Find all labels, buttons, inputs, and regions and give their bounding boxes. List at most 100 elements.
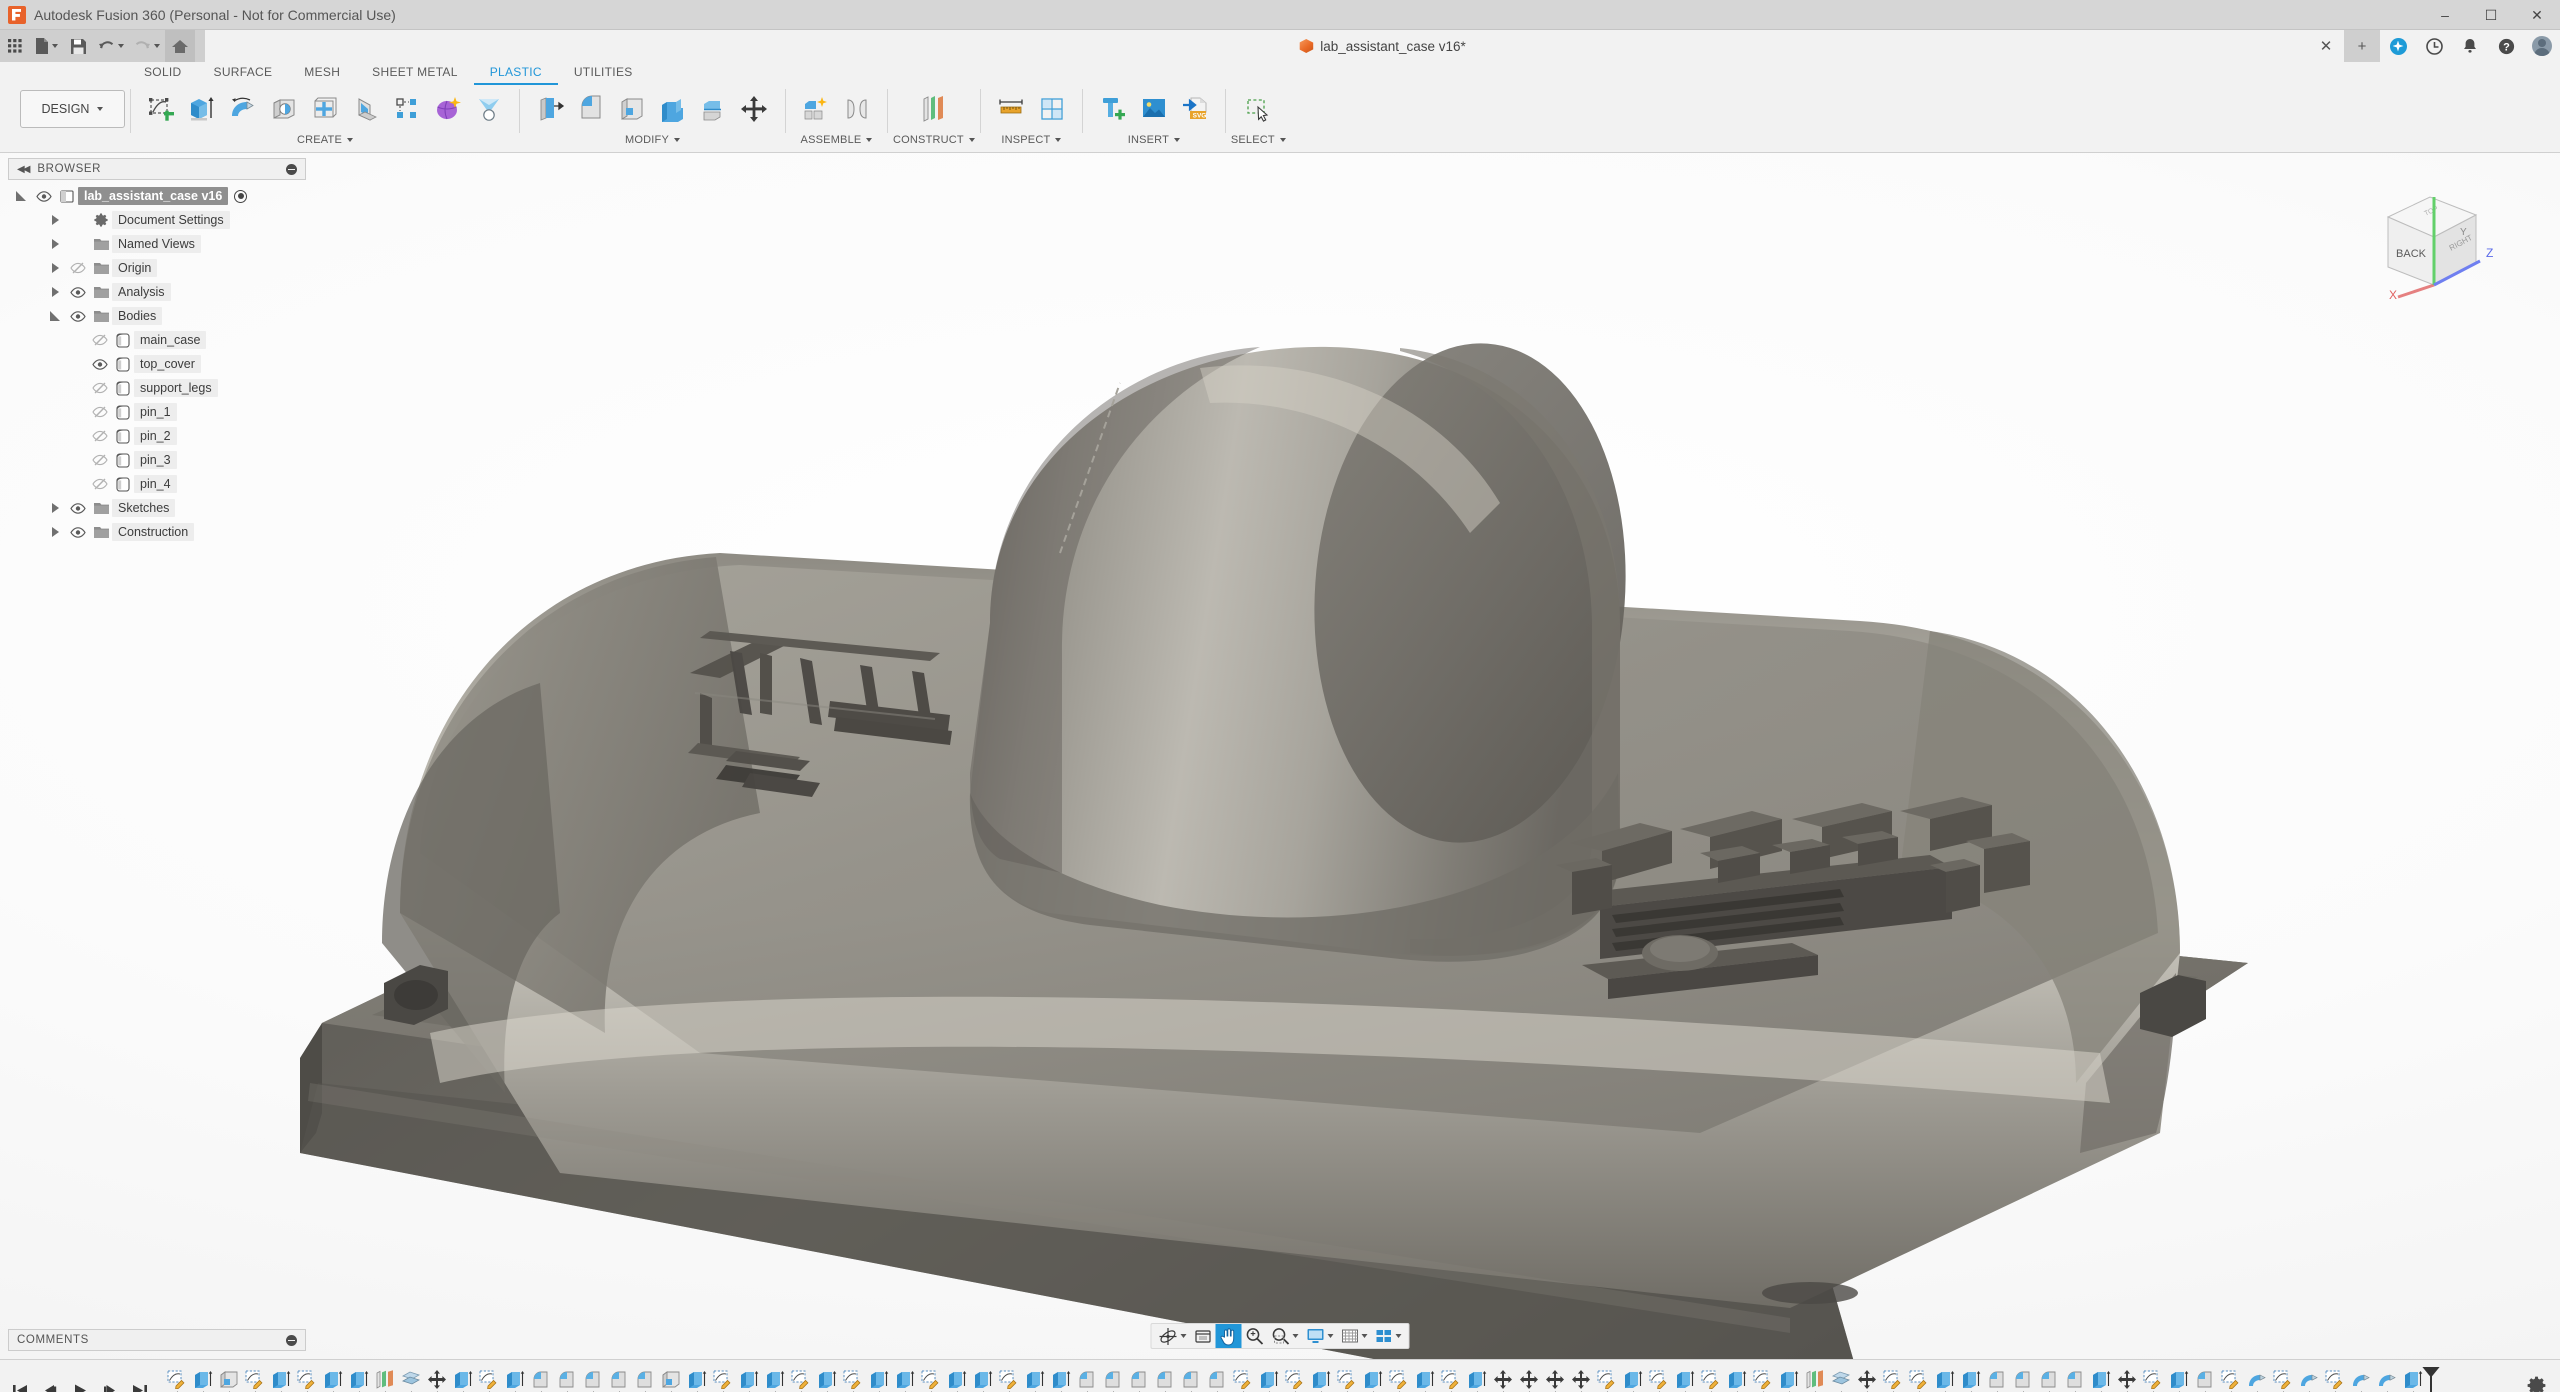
timeline-feature-sketch[interactable] — [918, 1365, 944, 1392]
timeline-feature-extrude[interactable] — [1022, 1365, 1048, 1392]
timeline-feature-revolve[interactable] — [2296, 1365, 2322, 1392]
orbit-icon[interactable] — [1155, 1324, 1191, 1348]
browser-collapse-icon[interactable] — [286, 163, 297, 175]
step-forward-icon[interactable] — [96, 1376, 124, 1392]
viewports-icon[interactable] — [1372, 1324, 1406, 1348]
timeline-feature-extrude[interactable] — [1308, 1365, 1334, 1392]
timeline-feature-sketch[interactable] — [788, 1365, 814, 1392]
visibility-eye-off-icon[interactable] — [88, 454, 112, 466]
timeline-feature-revolve[interactable] — [2348, 1365, 2374, 1392]
timeline-feature-extrude[interactable] — [1412, 1365, 1438, 1392]
canvas-image-icon[interactable] — [1134, 88, 1174, 130]
tree-item-document-settings[interactable]: Document Settings — [8, 208, 306, 232]
maximize-button[interactable]: ☐ — [2468, 0, 2514, 30]
split-body-icon[interactable] — [694, 88, 734, 130]
new-tab-icon[interactable]: + — [2344, 30, 2380, 62]
undo-icon[interactable] — [93, 30, 129, 62]
timeline-feature-plane[interactable] — [1802, 1365, 1828, 1392]
insert-panel-label[interactable]: INSERT — [1128, 132, 1181, 148]
timeline-feature-sketch[interactable] — [1282, 1365, 1308, 1392]
modify-panel-label[interactable]: MODIFY — [625, 132, 680, 148]
timeline-feature-extrude[interactable] — [1672, 1365, 1698, 1392]
timeline-feature-shell[interactable] — [216, 1365, 242, 1392]
timeline-feature-revolve[interactable] — [2244, 1365, 2270, 1392]
construct-panel-label[interactable]: CONSTRUCT — [893, 132, 975, 148]
timeline-feature-sketch[interactable] — [840, 1365, 866, 1392]
app-grid-icon[interactable] — [0, 30, 30, 62]
twisty-open-icon[interactable] — [10, 191, 32, 201]
timeline-feature-extrude[interactable] — [1620, 1365, 1646, 1392]
twisty-closed-icon[interactable] — [44, 527, 66, 537]
timeline-feature-fillet[interactable] — [1204, 1365, 1230, 1392]
timeline-feature-shell[interactable] — [658, 1365, 684, 1392]
timeline-feature-move[interactable] — [2114, 1365, 2140, 1392]
timeline-feature-extrude[interactable] — [684, 1365, 710, 1392]
visibility-eye-off-icon[interactable] — [88, 478, 112, 490]
timeline-feature-extrude[interactable] — [1932, 1365, 1958, 1392]
zoom-window-icon[interactable] — [1268, 1324, 1303, 1348]
document-tab[interactable]: lab_assistant_case v16* — [1285, 30, 1480, 62]
create-sketch-icon[interactable] — [141, 88, 181, 130]
timeline-feature-plane[interactable] — [372, 1365, 398, 1392]
insert-svg-icon[interactable]: SVG — [1175, 88, 1215, 130]
select-panel-label[interactable]: SELECT — [1231, 132, 1286, 148]
main-viewport[interactable]: ◀◀ BROWSER lab_assistant_case v16 Docume… — [0, 153, 2560, 1359]
select-tool-icon[interactable] — [1238, 88, 1278, 130]
timeline-settings-gear-icon[interactable] — [2527, 1376, 2546, 1392]
timeline-feature-offset-plane[interactable] — [398, 1365, 424, 1392]
timeline-feature-offset-plane[interactable] — [1828, 1365, 1854, 1392]
timeline-feature-fillet[interactable] — [1126, 1365, 1152, 1392]
timeline-feature-sketch[interactable] — [1230, 1365, 1256, 1392]
extensions-icon[interactable] — [2380, 30, 2416, 62]
timeline-feature-fillet[interactable] — [1152, 1365, 1178, 1392]
timeline-feature-sketch[interactable] — [476, 1365, 502, 1392]
step-back-icon[interactable] — [36, 1376, 64, 1392]
timeline-feature-sketch[interactable] — [164, 1365, 190, 1392]
comments-collapse-icon[interactable] — [286, 1334, 297, 1346]
close-tab-icon[interactable]: ✕ — [2308, 30, 2344, 62]
go-to-start-icon[interactable] — [6, 1376, 34, 1392]
ribbon-tab-mesh[interactable]: MESH — [288, 63, 356, 85]
joint-icon[interactable] — [837, 88, 877, 130]
timeline-feature-extrude[interactable] — [1360, 1365, 1386, 1392]
timeline-feature-sketch[interactable] — [1386, 1365, 1412, 1392]
view-cube[interactable]: BACK RIGHT TOP X Y Z — [2358, 175, 2508, 310]
tree-item-pin-1[interactable]: pin_1 — [8, 400, 306, 424]
twisty-closed-icon[interactable] — [44, 239, 66, 249]
pan-hand-icon[interactable] — [1215, 1324, 1242, 1348]
comments-panel[interactable]: COMMENTS — [8, 1329, 306, 1351]
twisty-open-icon[interactable] — [44, 311, 66, 321]
timeline-feature-fillet[interactable] — [528, 1365, 554, 1392]
timeline-feature-sketch[interactable] — [242, 1365, 268, 1392]
assemble-panel-label[interactable]: ASSEMBLE — [801, 132, 873, 148]
ribbon-tab-sheet-metal[interactable]: SHEET METAL — [356, 63, 474, 85]
timeline-feature-extrude[interactable] — [762, 1365, 788, 1392]
timeline-feature-fillet[interactable] — [1178, 1365, 1204, 1392]
timeline-playhead[interactable] — [2430, 1366, 2432, 1392]
timeline-feature-sketch[interactable] — [1646, 1365, 1672, 1392]
visibility-eye-off-icon[interactable] — [88, 406, 112, 418]
timeline-feature-fillet[interactable] — [2010, 1365, 2036, 1392]
save-icon[interactable] — [63, 30, 93, 62]
visibility-eye-icon[interactable] — [66, 502, 90, 514]
timeline-feature-extrude[interactable] — [1958, 1365, 1984, 1392]
rib-icon[interactable] — [346, 88, 386, 130]
timeline-feature-extrude[interactable] — [736, 1365, 762, 1392]
timeline-feature-sketch[interactable] — [1594, 1365, 1620, 1392]
visibility-eye-off-icon[interactable] — [66, 262, 90, 274]
timeline-feature-fillet[interactable] — [1984, 1365, 2010, 1392]
new-document-icon[interactable] — [30, 30, 63, 62]
redo-icon[interactable] — [129, 30, 165, 62]
timeline-feature-move[interactable] — [1854, 1365, 1880, 1392]
timeline-feature-extrude[interactable] — [1048, 1365, 1074, 1392]
timeline-feature-extrude[interactable] — [450, 1365, 476, 1392]
timeline-feature-move[interactable] — [1490, 1365, 1516, 1392]
tree-root-row[interactable]: lab_assistant_case v16 — [8, 184, 306, 208]
tree-item-support-legs[interactable]: support_legs — [8, 376, 306, 400]
timeline-feature-sketch[interactable] — [1438, 1365, 1464, 1392]
twisty-closed-icon[interactable] — [44, 263, 66, 273]
timeline-feature-extrude[interactable] — [268, 1365, 294, 1392]
visibility-eye-icon[interactable] — [66, 526, 90, 538]
move-copy-icon[interactable] — [735, 88, 775, 130]
timeline-feature-sketch[interactable] — [1698, 1365, 1724, 1392]
